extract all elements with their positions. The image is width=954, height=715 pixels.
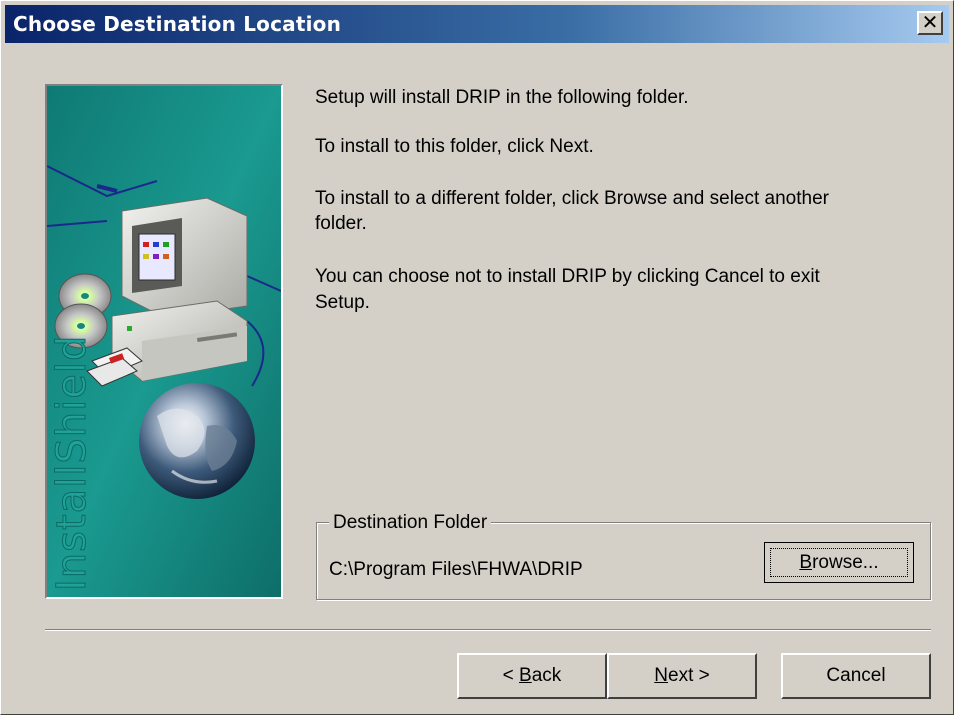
cancel-instruction-text-line2: Setup. — [315, 292, 370, 313]
title-bar[interactable]: Choose Destination Location ✕ — [5, 5, 949, 43]
next-button[interactable]: Next > — [607, 653, 757, 699]
close-button[interactable]: ✕ — [917, 10, 943, 35]
next-button-label: Next > — [654, 665, 710, 686]
setup-dialog: Choose Destination Location ✕ InstallShi… — [0, 0, 954, 715]
back-button[interactable]: < Back — [457, 653, 607, 699]
cancel-button[interactable]: Cancel — [781, 653, 931, 699]
button-separator — [45, 629, 931, 631]
browse-button[interactable]: Browse... — [764, 542, 914, 583]
window-title: Choose Destination Location — [13, 12, 342, 36]
intro-text: Setup will install DRIP in the following… — [315, 87, 689, 108]
destination-path: C:\Program Files\FHWA\DRIP — [329, 559, 583, 580]
back-button-label: < Back — [502, 665, 562, 686]
cancel-button-label: Cancel — [826, 665, 886, 686]
installshield-side-image: InstallShield — [45, 84, 283, 599]
destination-folder-label: Destination Folder — [329, 512, 492, 534]
browse-instruction-text-line2: folder. — [315, 213, 367, 234]
next-instruction-text: To install to this folder, click Next. — [315, 136, 594, 157]
installshield-watermark: InstallShield — [49, 335, 95, 591]
close-icon: ✕ — [921, 10, 939, 34]
cancel-instruction-text-line1: You can choose not to install DRIP by cl… — [315, 266, 820, 287]
globe-icon — [139, 383, 255, 499]
browse-button-label: Browse... — [799, 551, 879, 573]
setup-illustration: InstallShield — [47, 86, 281, 597]
browse-instruction-text-line1: To install to a different folder, click … — [315, 188, 829, 209]
